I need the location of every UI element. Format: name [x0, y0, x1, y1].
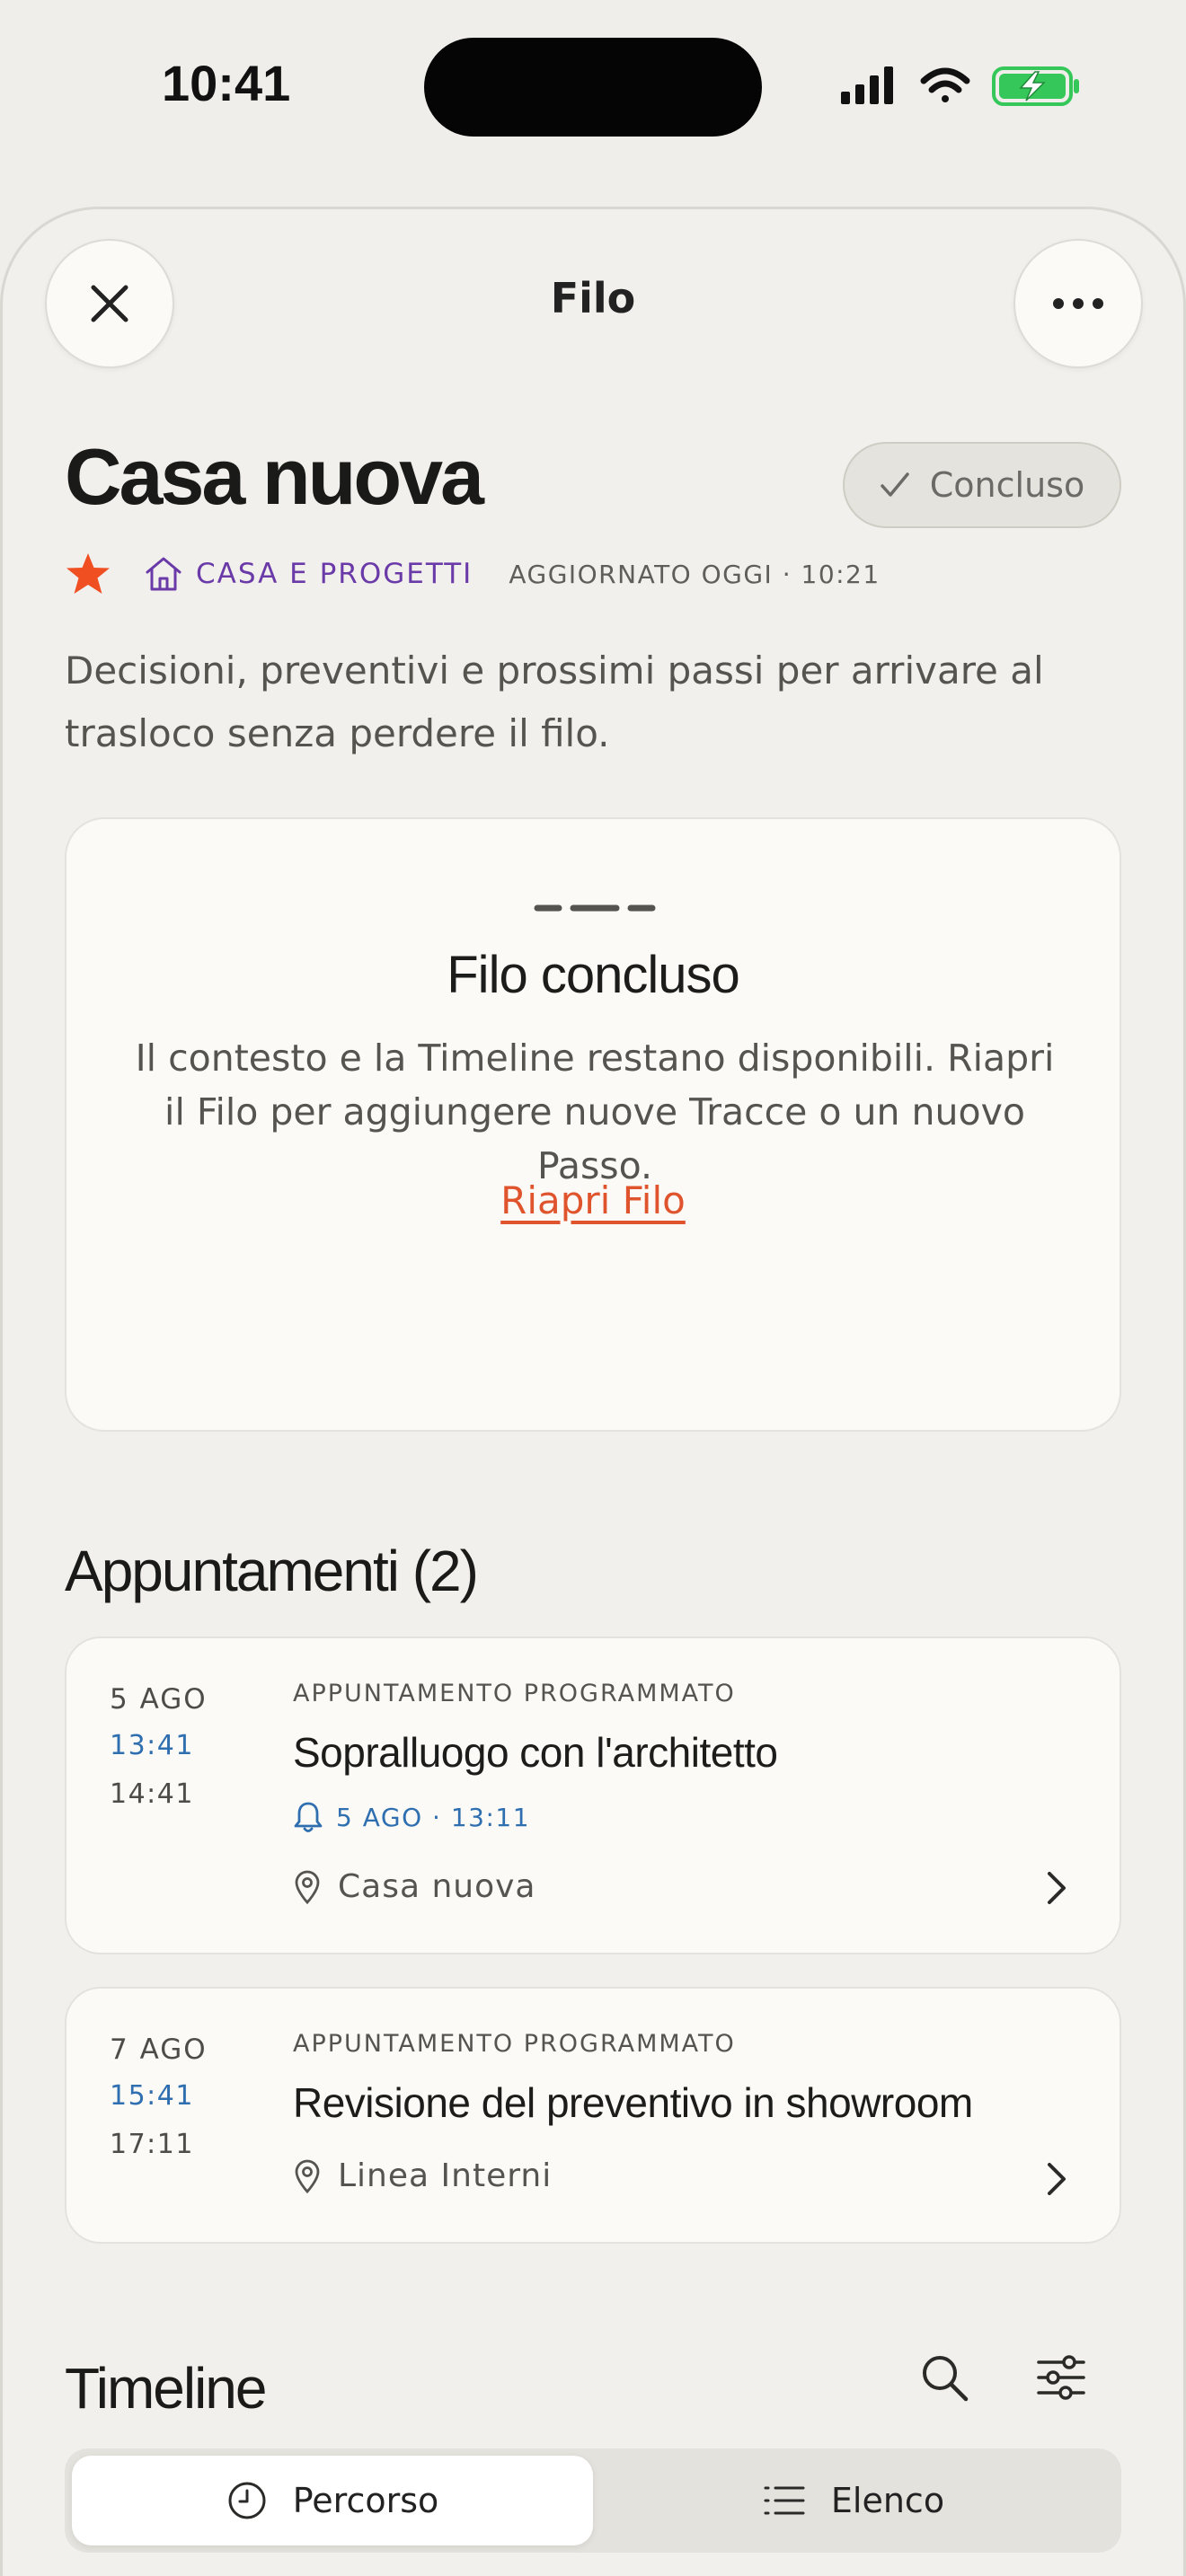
appointment-date: 7 AGO — [110, 2033, 208, 2066]
more-options-button[interactable] — [1013, 239, 1143, 368]
appointment-start-time: 13:41 — [110, 1730, 194, 1761]
appointment-date: 5 AGO — [110, 1683, 208, 1716]
wifi-icon — [920, 67, 970, 102]
closed-thread-card: Filo concluso Il contesto e la Timeline … — [65, 817, 1121, 1432]
tab-elenco-label: Elenco — [830, 2481, 945, 2520]
appointment-kind: APPUNTAMENTO PROGRAMMATO — [293, 1680, 736, 1707]
status-icons — [836, 63, 1087, 113]
location-pin-icon — [295, 2159, 320, 2193]
appointments-title: Appuntamenti (2) — [65, 1539, 479, 1603]
page-title: Casa nuova — [65, 432, 484, 521]
list-icon — [764, 2486, 805, 2515]
closed-card-title: Filo concluso — [447, 946, 739, 1004]
checkmark-icon — [881, 472, 909, 497]
battery-icon — [992, 66, 1079, 106]
clock-icon — [228, 2482, 266, 2519]
appointment-card[interactable]: 7 AGO 15:41 17:11 APPUNTAMENTO PROGRAMMA… — [65, 1987, 1121, 2244]
appointment-title: Revisione del preventivo in showroom — [293, 2079, 973, 2126]
appointment-place: Casa nuova — [293, 1868, 535, 1905]
appointment-start-time: 15:41 — [110, 2080, 194, 2112]
appointment-card[interactable]: 5 AGO 13:41 14:41 APPUNTAMENTO PROGRAMMA… — [65, 1636, 1121, 1954]
appointment-place-text: Linea Interni — [338, 2157, 553, 2194]
appointment-end-time: 14:41 — [110, 1778, 194, 1810]
tab-percorso[interactable]: Percorso — [72, 2456, 593, 2545]
closed-card-text: Il contesto e la Timeline restano dispon… — [135, 1037, 1055, 1187]
status-bar: 10:41 — [0, 0, 1186, 171]
status-time: 10:41 — [162, 55, 291, 111]
appointment-kind: APPUNTAMENTO PROGRAMMATO — [293, 2030, 736, 2058]
sheet-title: Filo — [550, 274, 636, 322]
thread-description: Decisioni, preventivi e prossimi passi p… — [65, 648, 1044, 755]
appointment-place-text: Casa nuova — [338, 1868, 536, 1905]
status-badge[interactable]: Concluso — [843, 442, 1121, 528]
cellular-signal-icon — [841, 66, 893, 104]
appointment-reminder: 5 AGO · 13:11 — [293, 1800, 530, 1834]
dynamic-island — [424, 38, 762, 137]
meta-row: CASA E PROGETTI AGGIORNATO OGGI · 10:21 — [65, 550, 881, 598]
timeline-title: Timeline — [65, 2356, 267, 2421]
appointment-end-time: 17:11 — [110, 2129, 194, 2160]
appointment-reminder-text: 5 AGO · 13:11 — [336, 1802, 531, 1832]
search-icon[interactable] — [918, 2351, 970, 2404]
filter-sliders-icon[interactable] — [1035, 2351, 1087, 2404]
status-label: Concluso — [929, 465, 1085, 505]
location-pin-icon — [295, 1870, 320, 1904]
house-icon — [146, 557, 181, 591]
tab-elenco[interactable]: Elenco — [593, 2456, 1114, 2545]
more-horizontal-icon — [1053, 298, 1103, 309]
chevron-right-icon — [1048, 2163, 1066, 2195]
tab-percorso-label: Percorso — [292, 2481, 439, 2520]
chevron-right-icon — [1048, 1872, 1066, 1904]
bell-icon — [294, 1802, 323, 1832]
reopen-thread-link[interactable]: Riapri Filo — [66, 1178, 1120, 1222]
appointment-place: Linea Interni — [293, 2157, 552, 2194]
category-label[interactable]: CASA E PROGETTI — [196, 558, 473, 590]
updated-timestamp: AGGIORNATO OGGI · 10:21 — [509, 559, 881, 589]
appointment-title: Sopralluogo con l'architetto — [293, 1729, 778, 1776]
star-icon[interactable] — [65, 551, 111, 596]
timeline-view-switcher: Percorso Elenco — [65, 2448, 1121, 2553]
thread-dash-icon — [534, 904, 656, 912]
